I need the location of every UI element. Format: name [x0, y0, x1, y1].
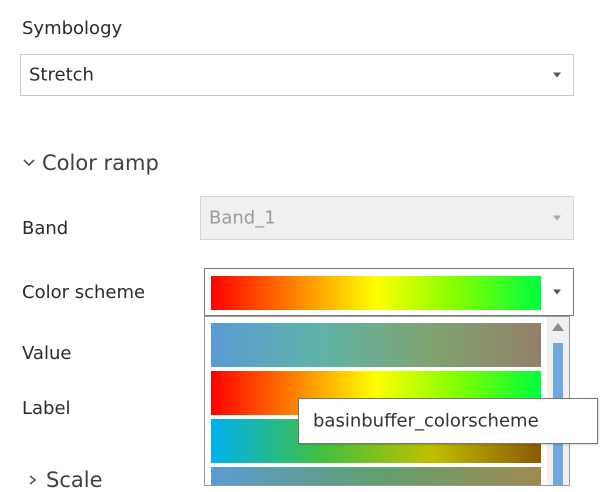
label-label: Label: [22, 398, 71, 419]
chevron-down-icon: [553, 289, 561, 295]
color-ramp-title: Color ramp: [42, 151, 159, 175]
ramp-option-0[interactable]: [211, 323, 541, 367]
symbology-dropdown[interactable]: Stretch: [20, 54, 574, 96]
band-dropdown[interactable]: Band_1: [200, 196, 574, 240]
partial-section-header: Scale: [28, 468, 103, 492]
symbology-value: Stretch: [29, 64, 94, 86]
chevron-down-icon: [553, 215, 561, 221]
band-value: Band_1: [209, 207, 276, 229]
ramp-option-3[interactable]: [211, 467, 541, 485]
ramp-tooltip: basinbuffer_colorscheme: [298, 398, 598, 444]
selected-color-ramp: [211, 276, 541, 310]
chevron-down-icon: [23, 159, 35, 167]
chevron-down-icon: [553, 72, 561, 78]
band-label: Band: [22, 218, 69, 239]
symbology-label: Symbology: [22, 18, 123, 39]
color-scheme-label: Color scheme: [22, 282, 146, 303]
partial-section-title: Scale: [46, 468, 103, 492]
value-label: Value: [22, 343, 72, 364]
color-scheme-dropdown[interactable]: [204, 268, 574, 316]
tooltip-text: basinbuffer_colorscheme: [313, 410, 539, 432]
color-ramp-section-header[interactable]: Color ramp: [22, 151, 159, 175]
scroll-up-icon[interactable]: [552, 323, 564, 331]
chevron-right-icon: [29, 475, 37, 485]
